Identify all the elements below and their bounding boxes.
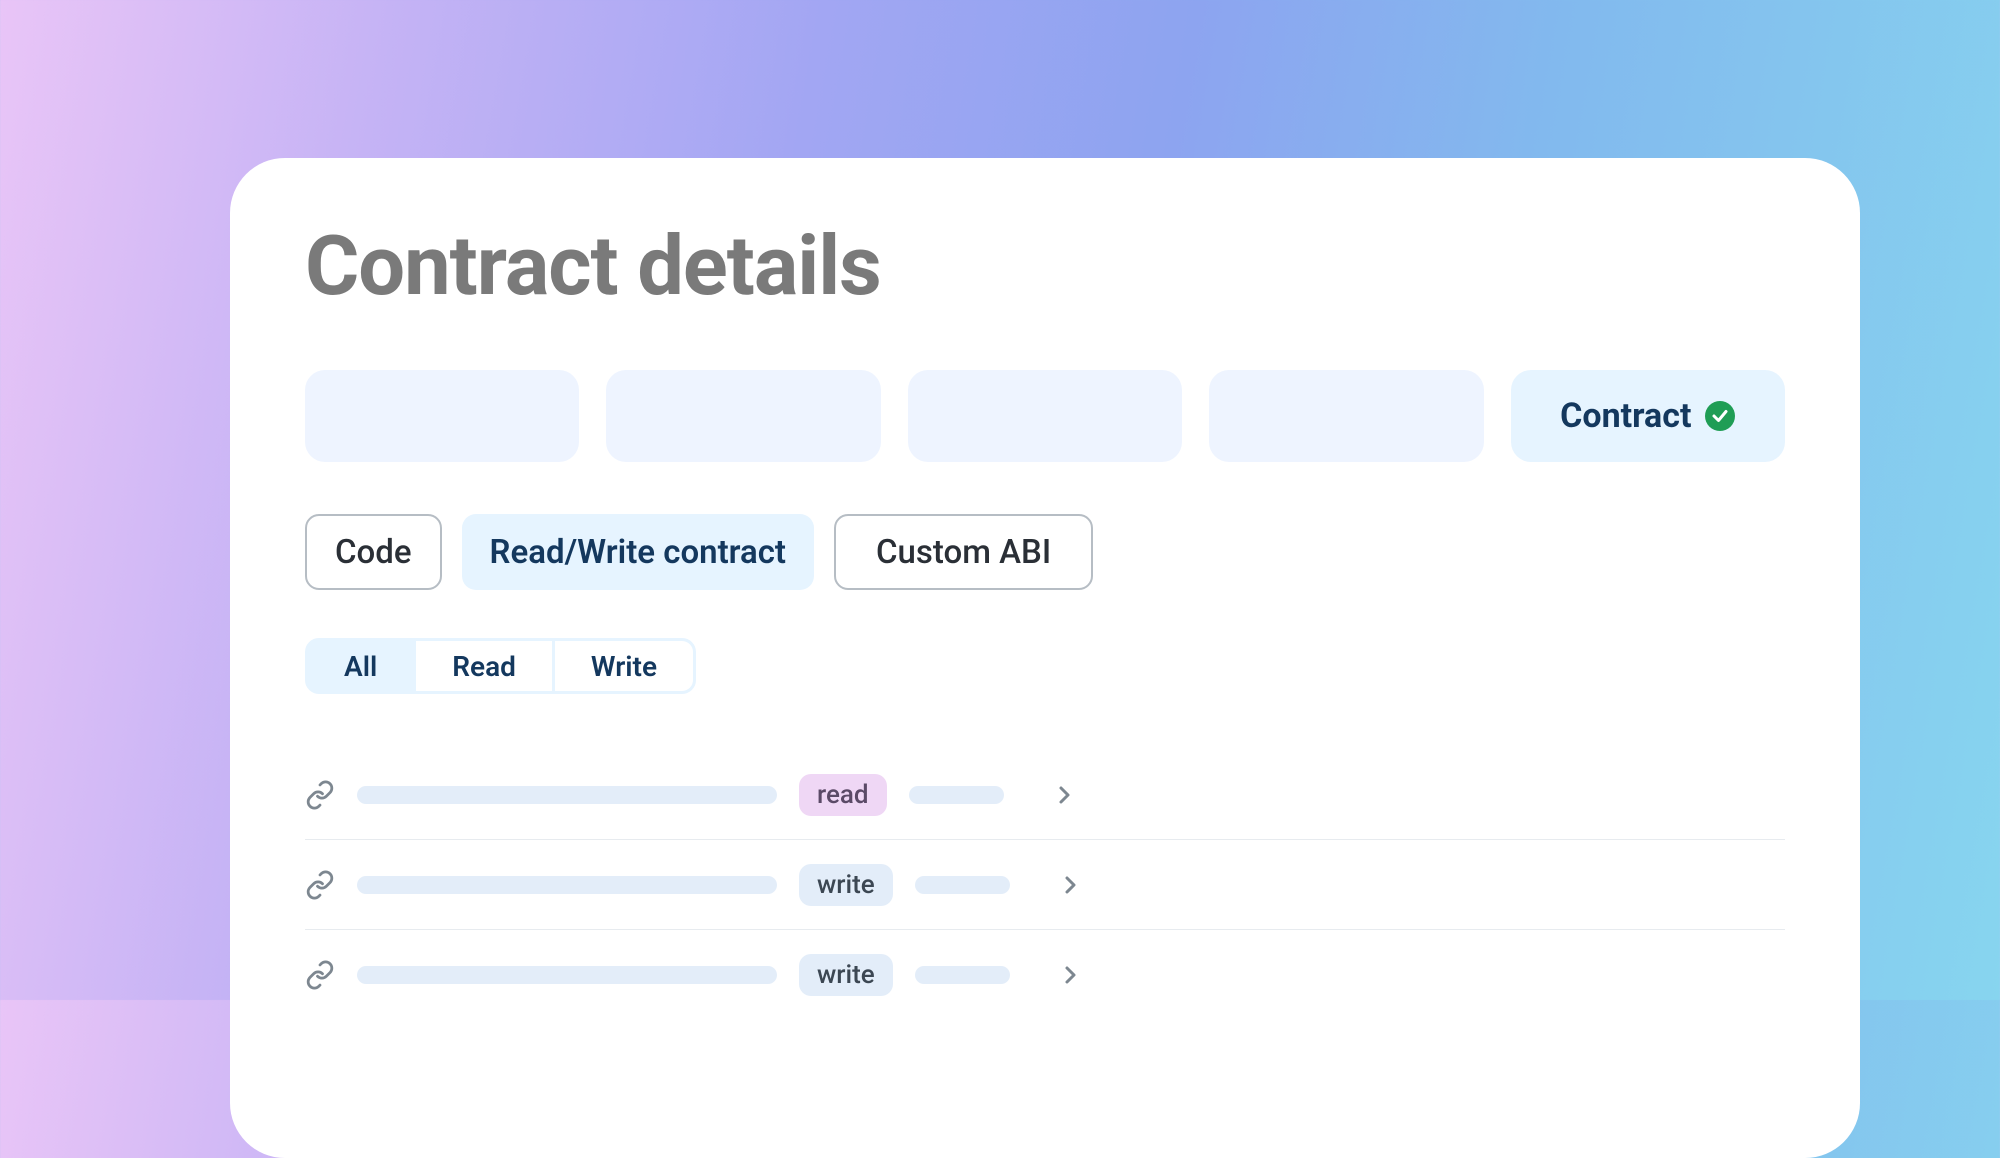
method-name-placeholder [357, 876, 777, 894]
subtab-custom-abi[interactable]: Custom ABI [834, 514, 1093, 590]
top-tab-2[interactable] [606, 370, 880, 462]
subtab-code[interactable]: Code [305, 514, 442, 590]
filter-all[interactable]: All [308, 641, 413, 691]
link-icon [305, 960, 335, 990]
filter-segmented: All Read Write [305, 638, 696, 694]
link-icon [305, 870, 335, 900]
method-tag: write [799, 954, 893, 996]
method-row[interactable]: write [305, 840, 1785, 930]
method-name-placeholder [357, 786, 777, 804]
verified-check-icon [1705, 401, 1735, 431]
chevron-right-icon [1058, 873, 1082, 897]
method-tag: read [799, 774, 887, 816]
method-meta-placeholder [915, 966, 1010, 984]
method-list: read write write [305, 750, 1785, 1020]
link-icon [305, 780, 335, 810]
content-card: Contract details Contract Code Read/Writ… [230, 158, 1860, 1158]
filter-write[interactable]: Write [552, 641, 693, 691]
top-tab-1[interactable] [305, 370, 579, 462]
method-meta-placeholder [915, 876, 1010, 894]
contract-subtabs: Code Read/Write contract Custom ABI [305, 514, 1785, 590]
method-row[interactable]: write [305, 930, 1785, 1020]
top-tab-4[interactable] [1209, 370, 1483, 462]
method-row[interactable]: read [305, 750, 1785, 840]
filter-read[interactable]: Read [413, 641, 552, 691]
chevron-right-icon [1052, 783, 1076, 807]
top-tab-contract[interactable]: Contract [1511, 370, 1785, 462]
method-meta-placeholder [909, 786, 1004, 804]
top-tab-3[interactable] [908, 370, 1182, 462]
subtab-read-write[interactable]: Read/Write contract [462, 514, 814, 590]
page-title: Contract details [305, 218, 1785, 315]
chevron-right-icon [1058, 963, 1082, 987]
method-tag: write [799, 864, 893, 906]
top-tabs: Contract [305, 370, 1785, 462]
method-name-placeholder [357, 966, 777, 984]
top-tab-contract-label: Contract [1560, 396, 1691, 436]
